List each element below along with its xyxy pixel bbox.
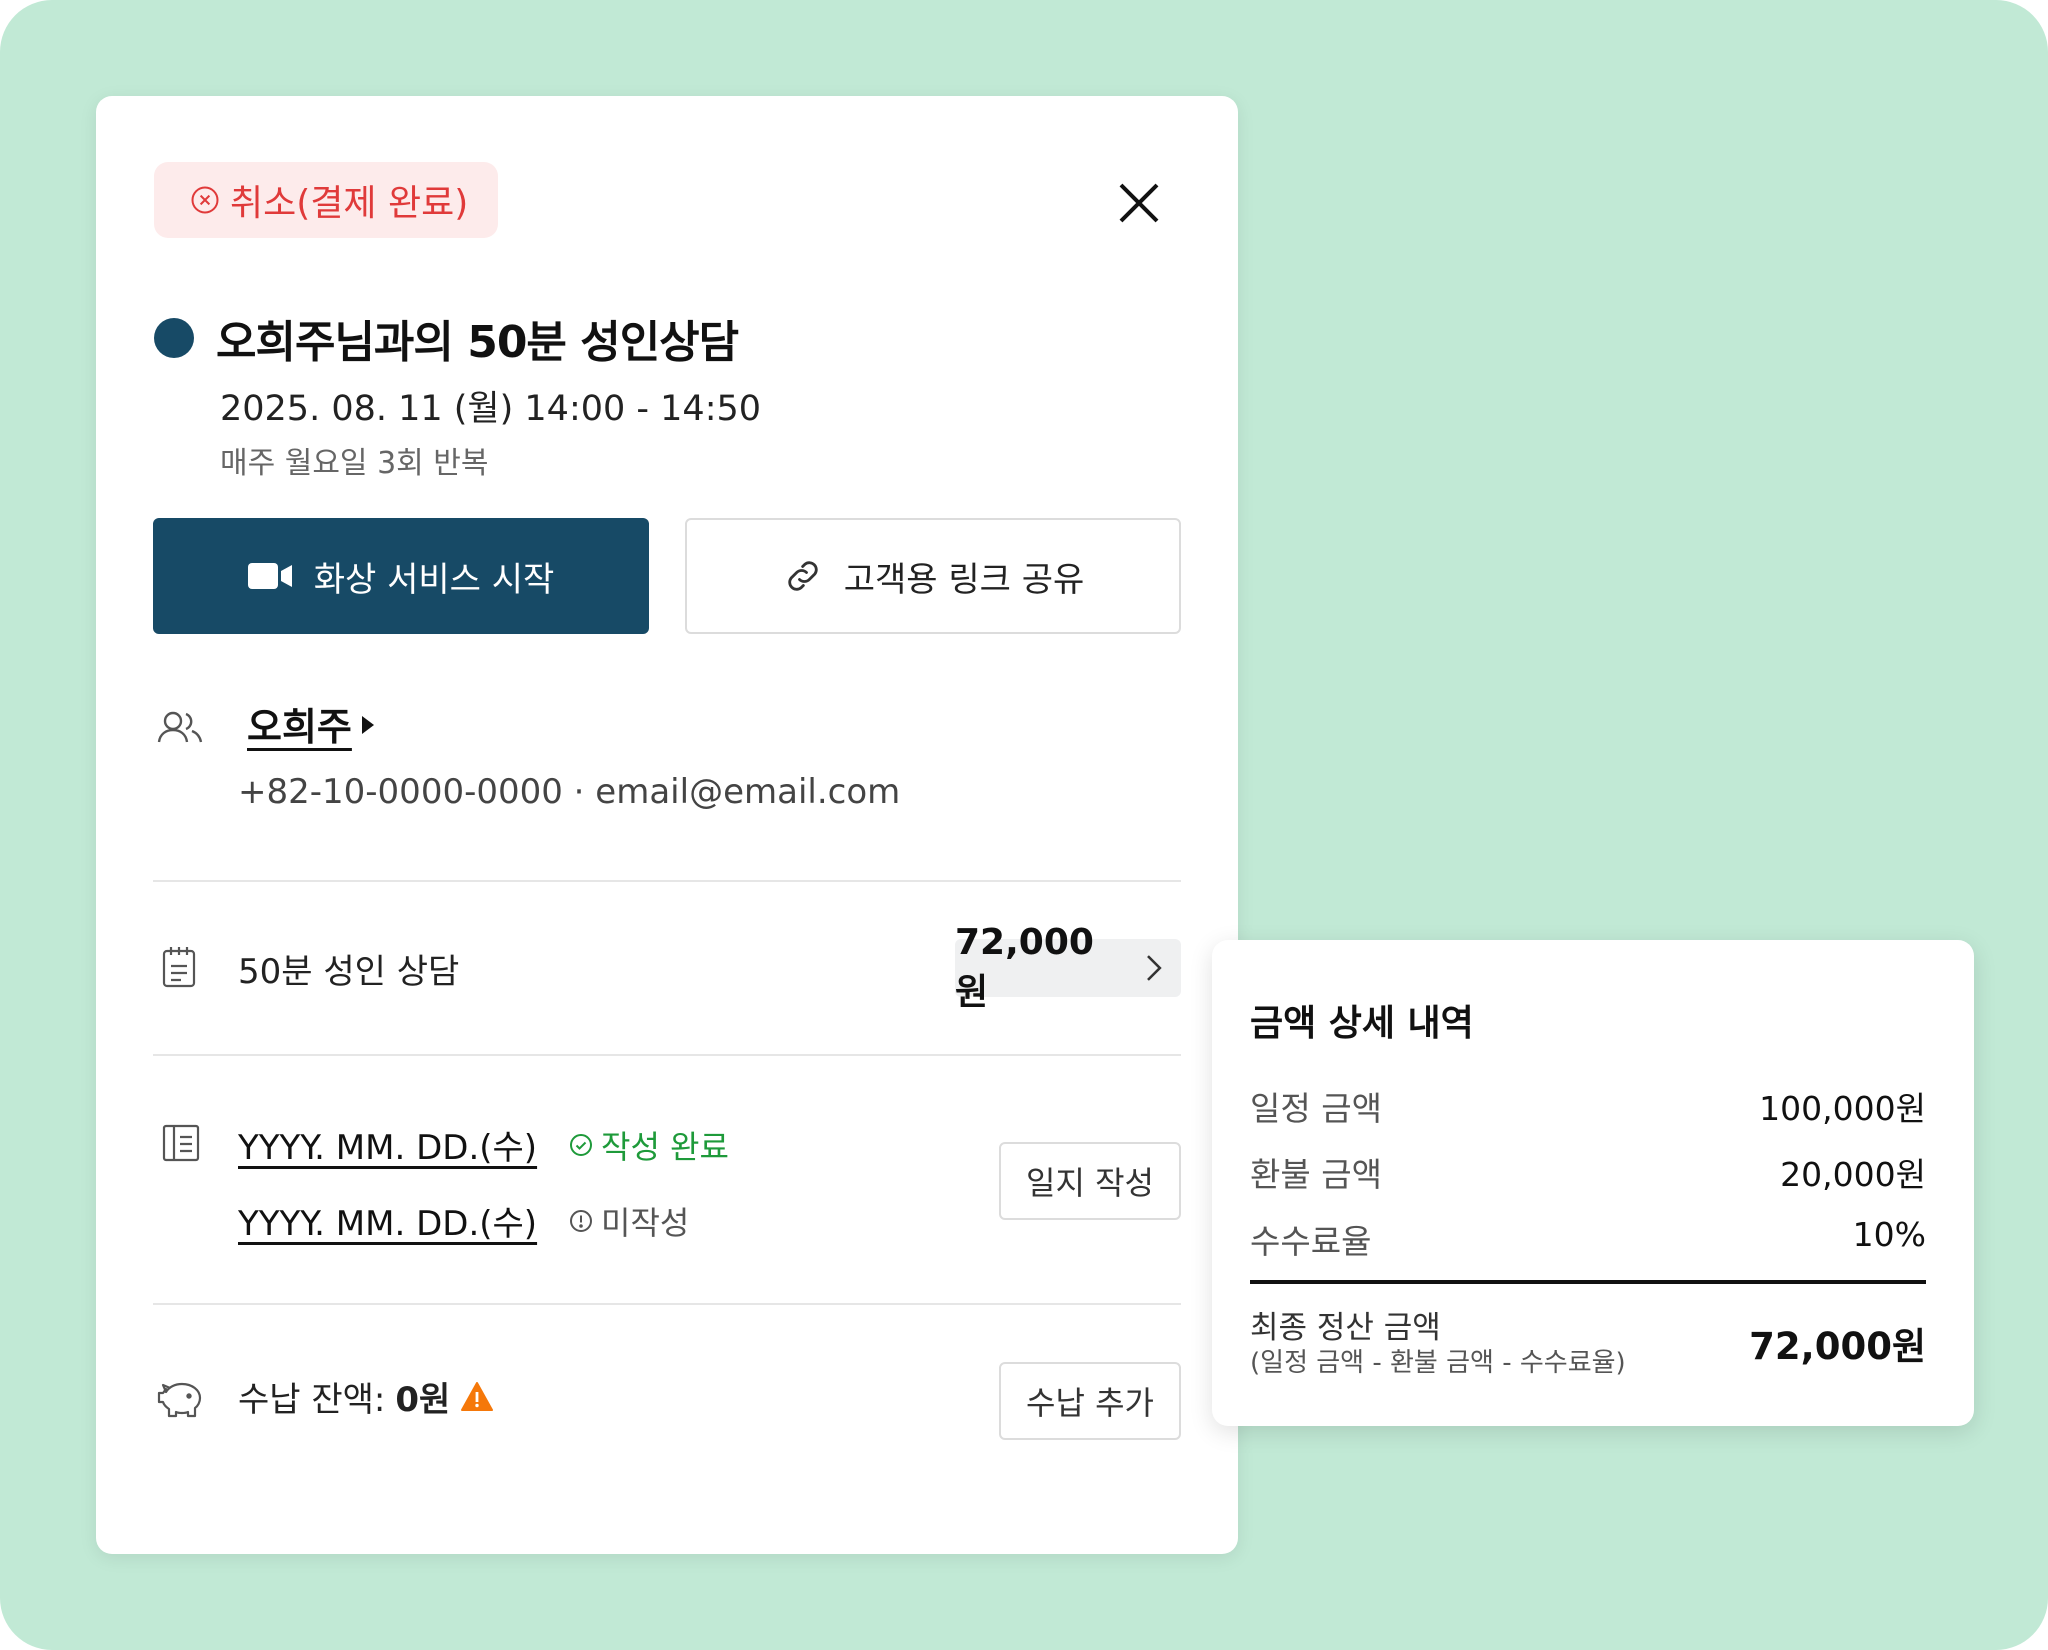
journal-date[interactable]: YYYY. MM. DD.(수)	[238, 1196, 537, 1245]
link-icon	[788, 561, 818, 591]
users-icon	[157, 711, 203, 743]
cancel-circle-icon	[191, 186, 219, 214]
price-detail-row: 환불 금액 20,000원	[1250, 1148, 1926, 1196]
add-payment-button[interactable]: 수납 추가	[999, 1362, 1181, 1440]
appointment-title-row: 오희주님과의 50분 성인상담	[154, 306, 739, 370]
total-divider	[1250, 1280, 1926, 1284]
price-detail-label: 수수료율	[1250, 1222, 1372, 1261]
appointment-datetime: 2025. 08. 11 (월) 14:00 - 14:50	[220, 389, 762, 429]
journal-status: 작성 완료	[569, 1122, 729, 1168]
journal-status: 미작성	[569, 1198, 689, 1244]
final-amount-label: 최종 정산 금액	[1250, 1310, 1441, 1346]
final-amount-formula: (일정 금액 - 환불 금액 - 수수료율)	[1250, 1348, 1626, 1378]
journal-status-label: 미작성	[601, 1204, 690, 1242]
caret-right-icon[interactable]	[360, 714, 376, 736]
price-detail-popover: 금액 상세 내역 일정 금액 100,000원 환불 금액 20,000원 수수…	[1212, 940, 1974, 1426]
piggy-bank-icon	[157, 1382, 202, 1418]
journal-icon	[162, 1124, 200, 1162]
price-detail-value: 20,000원	[1780, 1155, 1926, 1194]
divider	[153, 1303, 1181, 1305]
service-price: 72,000원	[955, 921, 1094, 1013]
divider	[153, 1054, 1181, 1056]
payment-balance-label: 수납 잔액:	[238, 1380, 386, 1420]
service-price-chip[interactable]: 72,000원	[955, 922, 1181, 1013]
price-detail-value: 10%	[1852, 1215, 1926, 1254]
appointment-color-dot	[154, 318, 194, 358]
price-detail-title: 금액 상세 내역	[1250, 1003, 1474, 1044]
warning-triangle-icon	[461, 1381, 494, 1411]
customer-contact: +82-10-0000-0000 · email@email.com	[238, 772, 901, 812]
appointment-title: 오희주님과의 50분 성인상담	[216, 317, 739, 368]
video-start-label: 화상 서비스 시작	[313, 559, 555, 600]
journal-date[interactable]: YYYY. MM. DD.(수)	[238, 1120, 537, 1169]
chevron-right-icon	[1147, 955, 1162, 981]
check-circle-icon	[570, 1134, 592, 1156]
close-icon[interactable]	[1112, 176, 1166, 230]
final-amount-value: 72,000원	[1749, 1325, 1926, 1368]
payment-balance-value: 0원	[395, 1380, 451, 1420]
share-link-label: 고객용 링크 공유	[843, 559, 1085, 600]
status-badge: 취소(결제 완료)	[154, 162, 498, 238]
status-badge-label: 취소(결제 완료)	[230, 183, 469, 224]
write-journal-button[interactable]: 일지 작성	[999, 1142, 1181, 1220]
video-start-button[interactable]: 화상 서비스 시작	[153, 518, 649, 634]
appointment-detail-card: 취소(결제 완료) 오희주님과의 50분 성인상담 2025. 08. 11 (…	[96, 96, 1238, 1554]
price-detail-row: 수수료율 10%	[1250, 1215, 1926, 1263]
notepad-icon	[162, 947, 196, 988]
payment-balance: 수납 잔액: 0원	[238, 1372, 494, 1421]
share-link-button[interactable]: 고객용 링크 공유	[685, 518, 1181, 634]
appointment-repeat: 매주 월요일 3회 반복	[220, 446, 489, 481]
info-circle-icon	[570, 1210, 592, 1232]
journal-status-label: 작성 완료	[601, 1128, 729, 1166]
video-camera-icon	[247, 563, 292, 589]
divider	[153, 880, 1181, 882]
price-detail-label: 환불 금액	[1250, 1155, 1382, 1194]
service-name: 50분 성인 상담	[238, 952, 460, 992]
price-detail-value: 100,000원	[1759, 1089, 1926, 1128]
price-detail-label: 일정 금액	[1250, 1089, 1382, 1128]
customer-name-link[interactable]: 오희주	[247, 696, 352, 751]
price-detail-row: 일정 금액 100,000원	[1250, 1082, 1926, 1130]
